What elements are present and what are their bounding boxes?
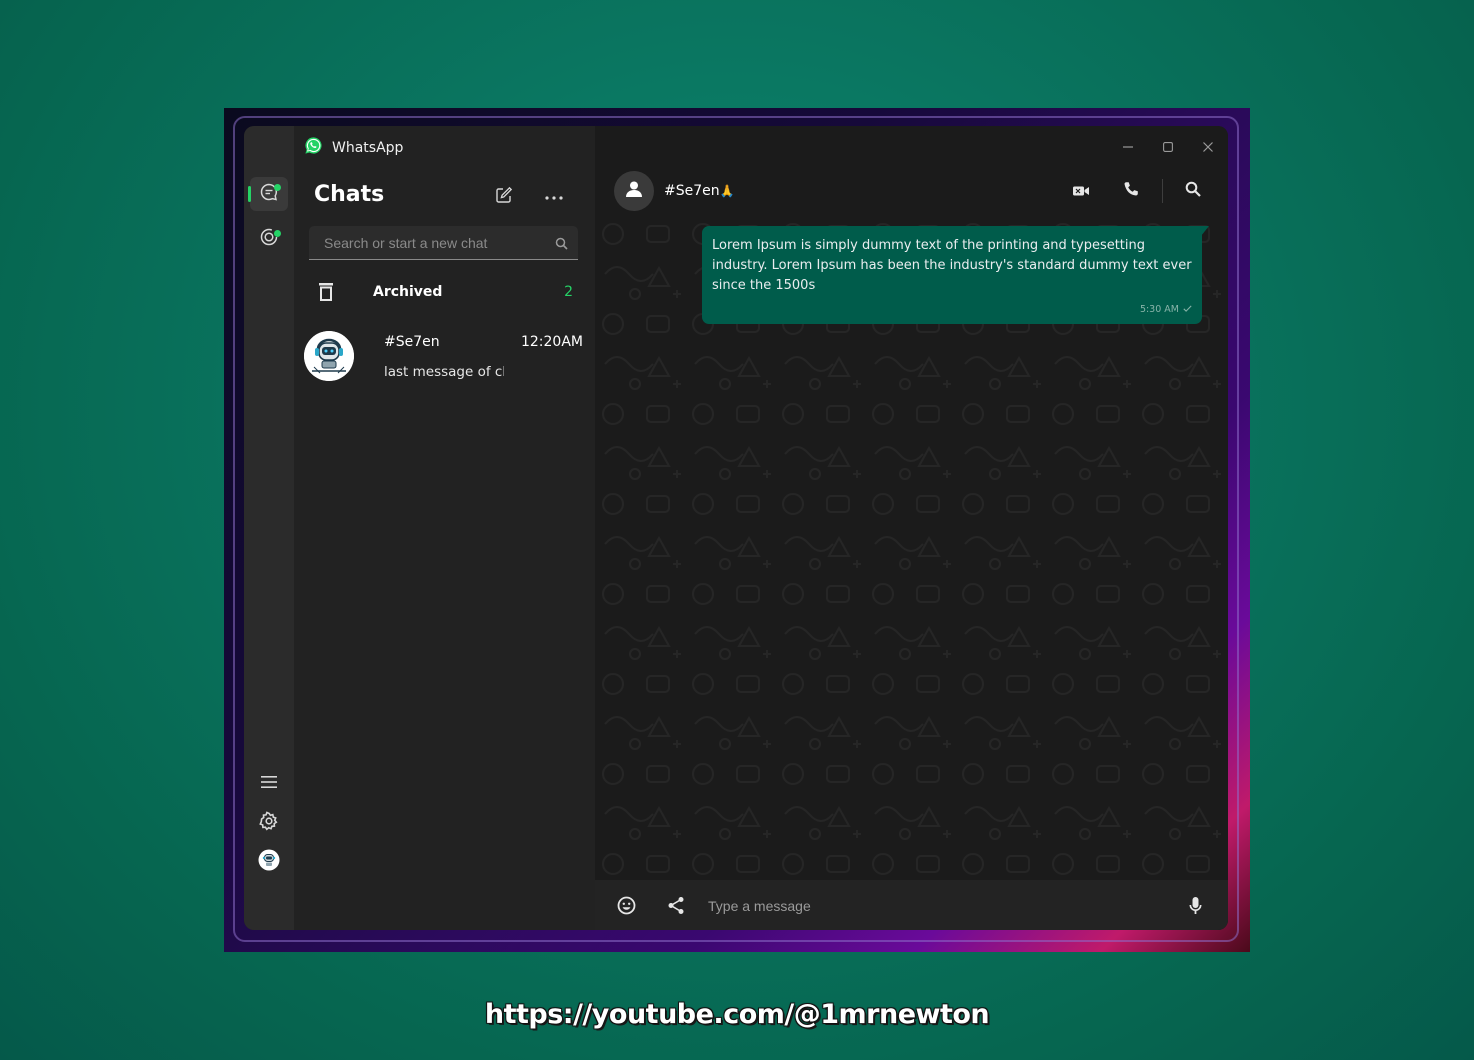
video-camera-icon <box>1072 182 1090 201</box>
window-controls <box>1108 126 1228 166</box>
contact-emoji: 🙏 <box>719 184 735 198</box>
search-input[interactable] <box>309 226 556 260</box>
voice-message-button[interactable] <box>1189 896 1202 919</box>
app-titlebar: WhatsApp <box>304 136 403 159</box>
contact-name-text: #Se7en <box>664 183 720 199</box>
sent-check-icon <box>1183 304 1192 315</box>
archive-icon <box>318 282 334 306</box>
more-dots-icon <box>544 186 564 205</box>
chat-preview: last message of ch <box>384 364 504 380</box>
maximize-button[interactable] <box>1148 126 1188 166</box>
message-time: 5:30 AM <box>1139 304 1179 315</box>
chat-list-panel: WhatsApp Chats Archived 2 <box>294 126 595 930</box>
active-indicator <box>248 186 251 202</box>
message-text: Lorem Ipsum is simply dummy text of the … <box>712 238 1192 293</box>
menu-button[interactable] <box>250 766 288 800</box>
video-call-button[interactable] <box>1067 177 1095 205</box>
archived-row[interactable]: Archived 2 <box>294 274 595 310</box>
new-chat-button[interactable] <box>490 183 518 211</box>
chat-list-item[interactable]: #Se7en 12:20AM last message of ch <box>294 324 595 392</box>
unread-dot <box>274 184 281 191</box>
settings-button[interactable] <box>250 806 288 840</box>
maximize-icon <box>1163 137 1173 156</box>
minimize-button[interactable] <box>1108 126 1148 166</box>
attach-button[interactable] <box>667 896 685 919</box>
more-options-button[interactable] <box>540 181 568 209</box>
message-meta: 5:30 AM <box>1140 304 1192 315</box>
nav-status-button[interactable] <box>250 222 288 256</box>
microphone-icon <box>1189 897 1202 919</box>
search-box <box>309 226 578 260</box>
search-icon <box>1185 181 1201 201</box>
search-icon[interactable] <box>555 235 568 254</box>
compose-icon <box>495 186 513 208</box>
archived-count-badge: 2 <box>564 284 573 300</box>
header-divider <box>1162 179 1163 203</box>
message-composer <box>595 880 1228 930</box>
close-icon <box>1203 137 1213 156</box>
whatsapp-window: WhatsApp Chats Archived 2 <box>244 126 1228 930</box>
settings-icon <box>259 811 279 835</box>
message-input[interactable] <box>706 892 1160 920</box>
emoji-icon <box>617 896 636 919</box>
person-icon <box>625 180 643 202</box>
close-button[interactable] <box>1188 126 1228 166</box>
contact-avatar <box>304 331 354 381</box>
chat-time: 12:20AM <box>520 334 583 350</box>
conversation-header[interactable]: #Se7en🙏 <box>595 166 1228 216</box>
chats-heading: Chats <box>314 182 385 207</box>
hamburger-menu-icon <box>260 774 278 793</box>
search-messages-button[interactable] <box>1179 177 1207 205</box>
conversation-pane: #Se7en🙏 Lorem Ipsum is simply dummy text… <box>595 126 1228 930</box>
app-title: WhatsApp <box>332 139 404 156</box>
profile-button[interactable] <box>250 845 288 879</box>
emoji-button[interactable] <box>617 896 636 919</box>
profile-avatar-icon <box>258 849 280 875</box>
phone-icon <box>1123 181 1140 202</box>
status-dot <box>274 230 281 237</box>
archived-label: Archived <box>373 284 443 300</box>
contact-name: #Se7en🙏 <box>664 183 735 199</box>
outgoing-message-bubble[interactable]: Lorem Ipsum is simply dummy text of the … <box>702 226 1209 324</box>
voice-call-button[interactable] <box>1117 177 1145 205</box>
minimize-icon <box>1123 137 1133 156</box>
nav-chats-button[interactable] <box>248 177 288 211</box>
chat-name: #Se7en <box>384 334 440 350</box>
nav-rail <box>244 126 294 930</box>
youtube-url-caption: https://youtube.com/@1mrnewton <box>484 999 990 1030</box>
bubble-tail <box>1201 226 1209 236</box>
contact-header-avatar[interactable] <box>614 171 654 211</box>
whatsapp-logo-icon <box>304 136 323 159</box>
share-icon <box>667 897 685 919</box>
